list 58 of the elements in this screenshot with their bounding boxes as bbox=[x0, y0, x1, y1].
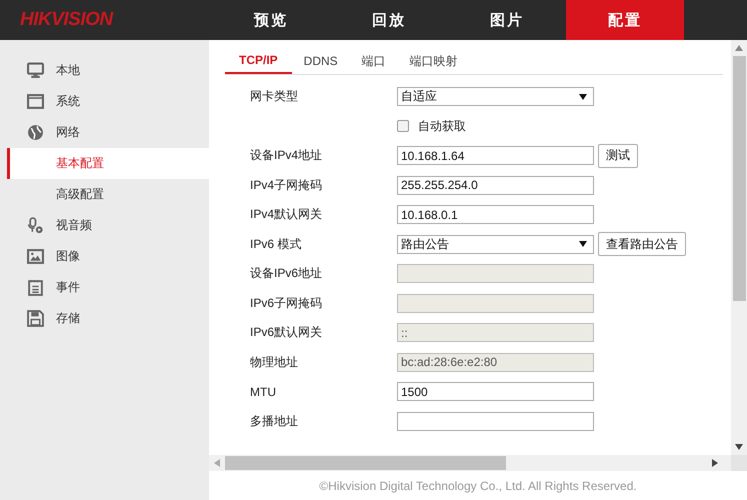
scrollbar-thumb[interactable] bbox=[732, 56, 746, 301]
nav-tab[interactable]: 回放 bbox=[330, 0, 448, 40]
scrollbar-thumb[interactable] bbox=[225, 456, 506, 470]
window-icon bbox=[27, 93, 44, 110]
sidebar-item[interactable]: 图像 bbox=[0, 241, 209, 272]
nav-tab[interactable]: 图片 bbox=[448, 0, 566, 40]
copyright-text: ©Hikvision Digital Technology Co., Ltd. All Rights Reserved. bbox=[318, 478, 638, 494]
action-button[interactable]: 测试 bbox=[598, 144, 638, 168]
sidebar-item[interactable]: 系统 bbox=[0, 86, 209, 117]
checkbox[interactable] bbox=[397, 120, 409, 132]
image-icon bbox=[27, 248, 44, 265]
caret-icon bbox=[579, 94, 587, 100]
field-label: IPv6子网掩码 bbox=[250, 294, 324, 312]
field-label: IPv6 模式 bbox=[250, 236, 302, 253]
sidebar-item[interactable]: 高级配置 bbox=[0, 179, 209, 210]
scroll-left-icon[interactable] bbox=[214, 459, 220, 467]
field-label: IPv4子网掩码 bbox=[250, 176, 324, 194]
sidebar-item[interactable]: 网络 bbox=[0, 117, 209, 148]
input-field[interactable]: 255.255.254.0 bbox=[397, 176, 594, 195]
field-label: MTU bbox=[250, 384, 277, 399]
field-label: IPv6默认网关 bbox=[250, 324, 324, 342]
monitor-icon bbox=[27, 62, 44, 79]
tab[interactable]: 端口映射 bbox=[398, 48, 470, 74]
field-label: 物理地址 bbox=[250, 354, 299, 371]
sidebar-item[interactable]: 本地 bbox=[0, 55, 209, 86]
horizontal-scrollbar[interactable] bbox=[209, 455, 747, 471]
scrollbar-corner bbox=[731, 455, 747, 471]
sidebar-item[interactable]: 存储 bbox=[0, 303, 209, 334]
nav-tab[interactable]: 预览 bbox=[212, 0, 330, 40]
sidebar-item[interactable]: 视音频 bbox=[0, 210, 209, 241]
nav-tab[interactable]: 配置 bbox=[566, 0, 684, 40]
scroll-up-icon[interactable] bbox=[735, 45, 743, 51]
checkbox-label: 自动获取 bbox=[418, 118, 466, 135]
dropdown[interactable]: 自适应 bbox=[397, 87, 594, 106]
field-label: 设备IPv4地址 bbox=[250, 147, 324, 164]
globe-icon bbox=[27, 124, 44, 141]
sidebar-item[interactable]: 事件 bbox=[0, 272, 209, 303]
input-field[interactable]: 1500 bbox=[397, 382, 594, 402]
scroll-right-icon[interactable] bbox=[712, 459, 718, 467]
input-field[interactable] bbox=[397, 412, 594, 431]
field-label: IPv4默认网关 bbox=[250, 206, 324, 224]
field-label: 网卡类型 bbox=[250, 88, 299, 106]
list-icon bbox=[27, 279, 44, 296]
tab[interactable]: TCP/IP bbox=[225, 48, 292, 74]
tab[interactable]: DDNS bbox=[292, 48, 350, 74]
dropdown[interactable]: 路由公告 bbox=[397, 234, 594, 254]
action-button[interactable]: 查看路由公告 bbox=[598, 232, 686, 256]
field-label: 设备IPv6地址 bbox=[250, 265, 324, 282]
input-field[interactable]: 10.168.1.64 bbox=[397, 146, 594, 166]
scroll-down-icon[interactable] bbox=[735, 444, 743, 450]
input-field[interactable]: 10.168.0.1 bbox=[397, 205, 594, 224]
tab[interactable]: 端口 bbox=[350, 48, 398, 74]
vertical-scrollbar[interactable] bbox=[731, 40, 747, 455]
microphone-icon bbox=[27, 217, 44, 234]
sidebar-item[interactable]: 基本配置 bbox=[7, 148, 209, 179]
caret-icon bbox=[579, 241, 587, 248]
field-label: 多播地址 bbox=[250, 412, 299, 430]
logo: HIKVISION bbox=[19, 8, 114, 32]
